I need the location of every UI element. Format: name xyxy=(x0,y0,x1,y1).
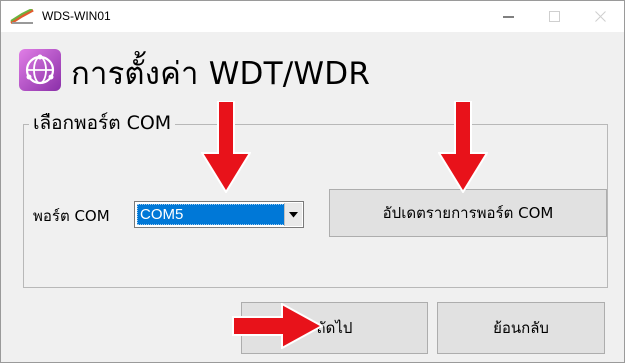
arrow-down-icon xyxy=(201,101,251,193)
minimize-button[interactable] xyxy=(486,1,532,32)
arrow-right-icon xyxy=(232,303,324,349)
page-title: การตั้งค่า WDT/WDR xyxy=(71,56,371,92)
back-button[interactable]: ย้อนกลับ xyxy=(437,302,605,354)
settings-window: WDS-WIN01 การตั้งค่า WDT/WDR เลือกพอร์ต … xyxy=(0,0,625,363)
minimize-icon xyxy=(503,16,514,17)
maximize-icon xyxy=(549,10,560,22)
com-port-select[interactable]: COM5 xyxy=(134,201,304,228)
update-com-ports-button[interactable]: อัปเดตรายการพอร์ต COM xyxy=(329,189,607,237)
dropdown-button[interactable] xyxy=(284,203,302,226)
header: การตั้งค่า WDT/WDR xyxy=(1,33,624,95)
com-port-selected-value: COM5 xyxy=(137,204,285,225)
arrow-down-icon xyxy=(438,101,488,193)
app-logo-icon xyxy=(10,9,34,24)
title-bar: WDS-WIN01 xyxy=(1,1,624,32)
com-port-label: พอร์ต COM xyxy=(33,207,110,225)
maximize-button[interactable] xyxy=(532,1,578,32)
window-title: WDS-WIN01 xyxy=(42,9,111,23)
network-globe-icon xyxy=(19,49,61,91)
close-icon xyxy=(595,10,606,22)
close-button[interactable] xyxy=(578,1,624,32)
groupbox-legend: เลือกพอร์ต COM xyxy=(29,108,176,138)
chevron-down-icon xyxy=(289,211,298,217)
